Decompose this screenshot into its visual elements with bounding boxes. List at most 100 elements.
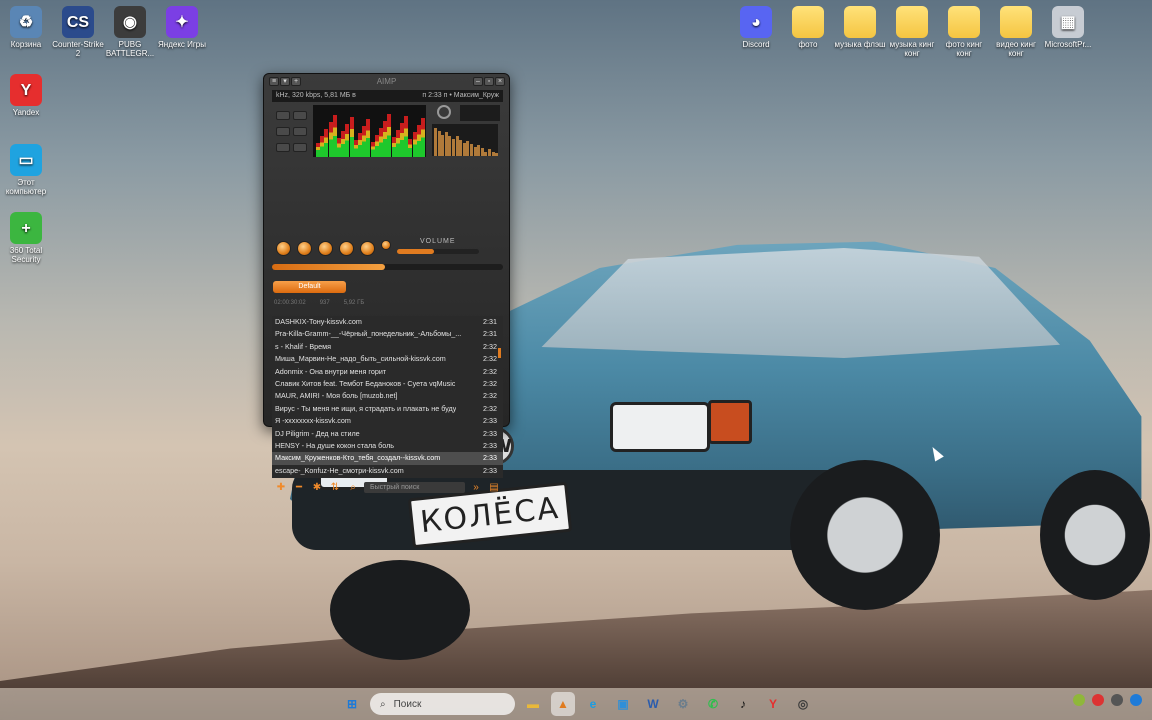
playlist-row[interactable]: Максим_Круженков-Кто_тебя_создал--kissvk… bbox=[272, 452, 503, 465]
power-icon[interactable] bbox=[437, 105, 451, 119]
desktop-shortcut[interactable]: ✦ Яндекс Игры bbox=[156, 6, 208, 49]
desktop-shortcut[interactable]: +360 Total Security bbox=[0, 212, 52, 264]
track-title: Я -xxxxxxxx-kissvk.com bbox=[275, 416, 351, 426]
forward-icon[interactable]: » bbox=[469, 482, 483, 493]
playlist-row[interactable]: Славик Хитов feat. Тембот Беданоков - Су… bbox=[272, 378, 503, 390]
track-duration: 2:33 bbox=[483, 416, 497, 426]
desktop-shortcut[interactable]: ▭ Этот компьютер bbox=[0, 144, 52, 196]
edit-icon[interactable]: ✱ bbox=[310, 482, 324, 493]
dsp-button[interactable] bbox=[293, 111, 307, 120]
taskbar-search-box[interactable]: ⌕ Поиск bbox=[370, 693, 515, 715]
spectrum-bar bbox=[437, 131, 441, 156]
desktop-shortcut[interactable]: ◕ Discord bbox=[730, 6, 782, 49]
playlist-menu-icon[interactable]: ▤ bbox=[487, 482, 501, 493]
aimp-taskbar-icon[interactable]: ▲ bbox=[551, 692, 575, 716]
tray-info-icon[interactable] bbox=[1130, 694, 1142, 706]
playlist-row[interactable]: s - Khalif - Время 2:32 bbox=[272, 341, 503, 353]
windows-start-icon[interactable]: ⊞ bbox=[340, 692, 364, 716]
playlist[interactable]: DASHKIX-Тону-kissvk.com 2:31 Pra-Killa-Gra… bbox=[272, 316, 503, 478]
counter-strike-icon: CS bbox=[62, 6, 94, 38]
shuffle-button[interactable] bbox=[293, 127, 307, 136]
yandex-taskbar-icon[interactable]: Y bbox=[761, 692, 785, 716]
desktop-shortcut[interactable]: фото кинг конг bbox=[938, 6, 990, 58]
track-duration: 2:31 bbox=[483, 317, 497, 326]
playlist-count: 937 bbox=[319, 300, 330, 306]
desktop-shortcut[interactable]: ♻ Корзина bbox=[0, 6, 52, 49]
desktop-shortcut[interactable]: ◉ PUBG BATTLEGR... bbox=[104, 6, 156, 58]
file-explorer-icon[interactable]: ▬ bbox=[521, 692, 545, 716]
photos-icon[interactable]: ▣ bbox=[611, 692, 635, 716]
settings-icon[interactable]: ⚙ bbox=[671, 692, 695, 716]
restore-icon[interactable]: ▫ bbox=[484, 76, 494, 86]
taskbar: ⊞ ⌕ Поиск ▬ ▲ e ▣ W ⚙ ✆ ♪ Y ◎ bbox=[0, 688, 1152, 720]
playlist-row[interactable]: Миша_Марвин-Не_надо_быть_сильной-kissvk.… bbox=[272, 353, 503, 365]
track-title: Pra-Killa-Gramm-__-Чёрный_понедельник_-А… bbox=[275, 329, 462, 339]
desktop-shortcut[interactable]: видео кинг конг bbox=[990, 6, 1042, 58]
playlist-row[interactable]: escape-_Konfuz-Не_смотри-kissvk.com 2:33 bbox=[272, 465, 503, 477]
close-icon[interactable]: × bbox=[495, 76, 505, 86]
quick-search-input[interactable]: Быстрый поиск bbox=[364, 481, 465, 493]
seek-bar[interactable] bbox=[272, 264, 503, 270]
remove-icon[interactable]: ━ bbox=[292, 482, 306, 493]
track-duration: 2:33 bbox=[483, 428, 497, 438]
desktop-shortcut-label: видео кинг конг bbox=[996, 40, 1036, 58]
play-button[interactable] bbox=[297, 241, 312, 256]
search-icon[interactable]: ⌕ bbox=[346, 482, 360, 493]
playlist-row[interactable]: Вирус - Ты меня не ищи, я страдать и пла… bbox=[272, 403, 503, 415]
playlist-row[interactable]: HENSY - На душе кокон стала боль 2:33 bbox=[272, 440, 503, 452]
playlist-row[interactable]: Pra-Killa-Gramm-__-Чёрный_понедельник_-А… bbox=[272, 328, 503, 340]
volume-label: VOLUME bbox=[420, 238, 456, 245]
playlist-row[interactable]: MAUR, AMIRI - Моя боль [muzob.net] 2:32 bbox=[272, 390, 503, 402]
steam-icon[interactable]: ◎ bbox=[791, 692, 815, 716]
menu-icon[interactable]: ≡ bbox=[269, 76, 279, 86]
edge-icon[interactable]: e bbox=[581, 692, 605, 716]
desktop-shortcut[interactable]: CS Counter-Strike 2 bbox=[52, 6, 104, 58]
aimp-player-window[interactable]: ≡ ▾ + AIMP – ▫ × kHz, 320 kbps, 5,81 МБ … bbox=[263, 73, 510, 493]
playlist-toggle-button[interactable] bbox=[276, 127, 290, 136]
eq-button[interactable] bbox=[276, 111, 290, 120]
pause-button[interactable] bbox=[318, 241, 333, 256]
spectrum-bar bbox=[491, 152, 495, 156]
aimp-title-bar[interactable]: ≡ ▾ + AIMP – ▫ × bbox=[264, 74, 509, 88]
minimize-icon[interactable]: – bbox=[473, 76, 483, 86]
desktop-shortcut-label: музыка кинг конг bbox=[889, 40, 935, 58]
desktop-shortcut[interactable]: фото bbox=[782, 6, 834, 49]
pin-icon[interactable]: ▾ bbox=[280, 76, 290, 86]
desktop-shortcut[interactable]: музыка флэш bbox=[834, 6, 886, 49]
playlist-row[interactable]: DJ Piligrim - Дед на стиле 2:33 bbox=[272, 428, 503, 440]
prev-button[interactable] bbox=[276, 241, 291, 256]
word-icon[interactable]: W bbox=[641, 692, 665, 716]
playlist-row[interactable]: Я -xxxxxxxx-kissvk.com 2:33 bbox=[272, 415, 503, 427]
spectrum-bar bbox=[434, 128, 437, 156]
track-title: s - Khalif - Время bbox=[275, 341, 331, 351]
front-wheel bbox=[790, 460, 940, 610]
plus-icon[interactable]: + bbox=[291, 76, 301, 86]
playlist-row[interactable]: Adonmix - Она внутри меня горит 2:32 bbox=[272, 366, 503, 378]
stop-button[interactable] bbox=[339, 241, 354, 256]
playlist-row[interactable]: DASHKIX-Тону-kissvk.com 2:31 bbox=[272, 316, 503, 328]
open-file-button[interactable] bbox=[381, 240, 391, 250]
repeat-button[interactable] bbox=[276, 143, 290, 152]
desktop-shortcut[interactable]: музыка кинг конг bbox=[886, 6, 938, 58]
tray-app-icon[interactable] bbox=[1092, 694, 1104, 706]
track-title: escape-_Konfuz-Не_смотри-kissvk.com bbox=[275, 465, 404, 475]
tray-network-icon[interactable] bbox=[1111, 694, 1123, 706]
stats-button[interactable] bbox=[293, 143, 307, 152]
tray-security-icon[interactable] bbox=[1073, 694, 1085, 706]
next-button[interactable] bbox=[360, 241, 375, 256]
desktop-shortcut[interactable]: Y Yandex bbox=[0, 74, 52, 117]
taskbar-apps: ⊞ ⌕ Поиск ▬ ▲ e ▣ W ⚙ ✆ ♪ Y ◎ bbox=[340, 692, 815, 716]
track-title: Вирус - Ты меня не ищи, я страдать и пла… bbox=[275, 403, 457, 413]
visualizer bbox=[313, 105, 426, 157]
left-wheel bbox=[330, 560, 470, 660]
track-duration: 2:32 bbox=[483, 403, 497, 413]
add-icon[interactable]: ✚ bbox=[274, 482, 288, 493]
volume-slider[interactable] bbox=[397, 249, 479, 254]
desktop-shortcut[interactable]: ▦ MicrosoftPr... bbox=[1042, 6, 1094, 49]
whatsapp-icon[interactable]: ✆ bbox=[701, 692, 725, 716]
rear-wheel bbox=[1040, 470, 1150, 600]
playlist-tab-default[interactable]: Default bbox=[273, 281, 346, 293]
sort-icon[interactable]: ⇅ bbox=[328, 482, 342, 493]
tiktok-icon[interactable]: ♪ bbox=[731, 692, 755, 716]
playlist-scrollbar[interactable] bbox=[498, 348, 501, 358]
